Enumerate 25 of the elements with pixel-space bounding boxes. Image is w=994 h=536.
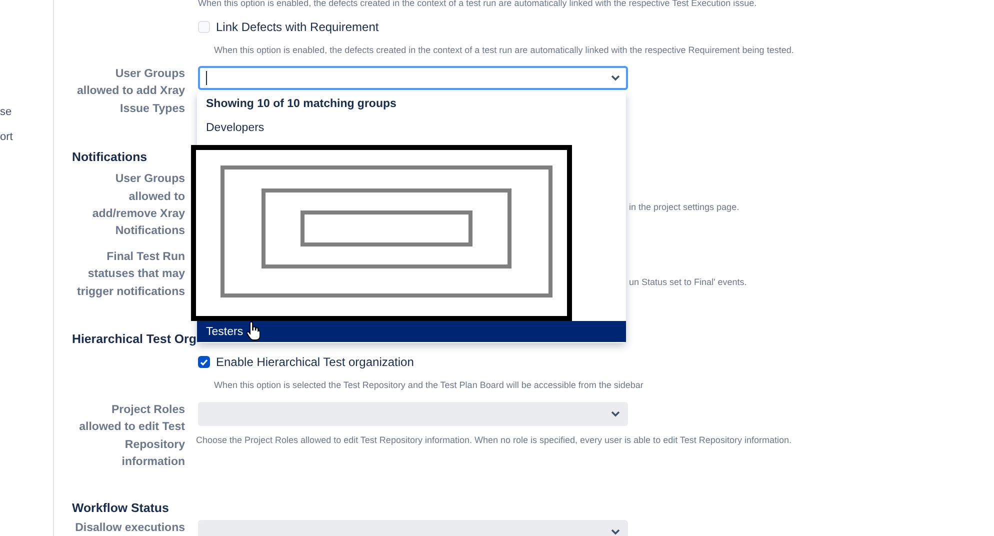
field-label: User Groups allowed to add/remove Xray Notifications	[91, 172, 185, 240]
dropdown-header: Showing 10 of 10 matching groups	[205, 97, 398, 112]
sidebar-item[interactable]: ort	[0, 128, 13, 145]
caret-icon	[611, 528, 620, 535]
select-field[interactable]	[198, 66, 628, 90]
field-label: Disallow executions	[74, 520, 185, 536]
section-heading: Notifications	[72, 149, 148, 166]
help-text: un Status set to Final' events.	[629, 276, 747, 288]
section-heading: Workflow Status	[72, 500, 170, 517]
section-heading: Hierarchical Test Org	[72, 331, 198, 348]
help-text: in the project settings page.	[629, 201, 740, 214]
help-text: When this option is enabled, the defects created in the context of a test run are automatically linked with the respective Requirement being tested.	[214, 44, 794, 56]
field-label: Project Roles allowed to edit Test Repository information	[78, 403, 185, 470]
checkbox-label: Enable Hierarchical Test organization	[216, 354, 414, 372]
dropdown-option[interactable]: Testers	[197, 321, 626, 342]
field-label: User Groups allowed to add Xray Issue Types	[76, 67, 185, 117]
checkbox-label: Link Defects with Requirement	[216, 19, 379, 36]
sidebar-item[interactable]: se	[0, 104, 12, 120]
help-text: Choose the Project Roles allowed to edit Test Repository information. When no role is specified, every user is able to edit Test Repository information.	[196, 434, 792, 446]
dropdown-option[interactable]: Developers	[197, 117, 626, 138]
checkbox[interactable]	[198, 356, 210, 368]
field-label: Final Test Run statuses that may trigger notifications	[76, 250, 185, 300]
help-text: When this option is selected the Test Repository and the Test Plan Board will be accessible from the sidebar	[214, 379, 644, 392]
caret-icon	[611, 75, 620, 81]
caret-icon	[611, 411, 620, 418]
